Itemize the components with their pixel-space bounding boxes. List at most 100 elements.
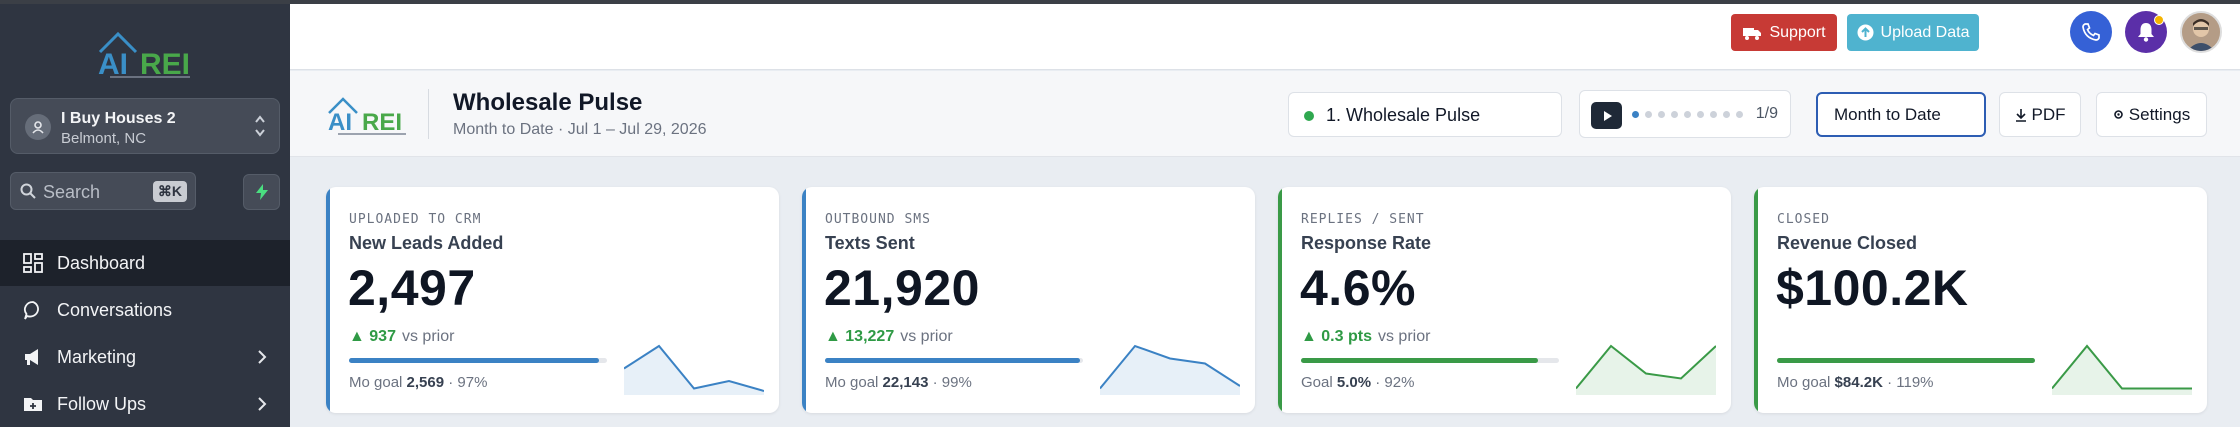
search-shortcut-badge: ⌘K (152, 181, 187, 202)
slideshow-player: 1/9 (1579, 90, 1791, 138)
upload-label: Upload Data (1880, 23, 1970, 41)
kpi-card[interactable]: OUTBOUND SMS Texts Sent 21,920 ▲ 13,227 vs p… (802, 187, 1255, 413)
page-dot[interactable] (1671, 111, 1678, 118)
date-range-select[interactable]: Month to Date (1816, 92, 1986, 137)
location-pin-icon (25, 114, 51, 140)
sidebar-item-label: Follow Ups (57, 393, 147, 414)
account-location: Belmont, NC (61, 130, 147, 147)
app-logo[interactable]: AI REI (96, 26, 196, 82)
page-dot[interactable] (1697, 111, 1704, 118)
goal-prefix: Mo goal (1777, 374, 1831, 391)
user-avatar[interactable] (2180, 11, 2222, 53)
chevron-right-icon (256, 348, 268, 366)
header-divider (428, 89, 429, 139)
delta-value: ▲ 0.3 pts (1301, 328, 1372, 345)
goal-progress-fill (825, 358, 1081, 363)
card-eyebrow: UPLOADED TO CRM (349, 212, 482, 227)
support-label: Support (1769, 23, 1826, 41)
goal-value: $84.2K (1834, 374, 1883, 391)
page-dot[interactable] (1736, 111, 1743, 118)
card-goal: Mo goal 2,569 · 97% (349, 374, 487, 391)
bell-icon (2138, 23, 2154, 42)
account-switcher[interactable]: I Buy Houses 2 Belmont, NC (10, 98, 280, 154)
card-value: $100.2K (1776, 260, 1969, 316)
dashboard-select[interactable]: 1. Wholesale Pulse (1288, 92, 1562, 137)
pdf-button[interactable]: PDF (1999, 92, 2081, 137)
card-eyebrow: REPLIES / SENT (1301, 212, 1425, 227)
notification-dot (2154, 15, 2164, 25)
notifications-button[interactable] (2125, 11, 2167, 53)
header-logo: AI REI (326, 92, 410, 138)
goal-percent: · 119% (1887, 374, 1934, 391)
page-dot[interactable] (1632, 111, 1639, 118)
page-dot[interactable] (1645, 111, 1652, 118)
gear-icon (2113, 110, 2123, 119)
truck-icon (1743, 27, 1762, 40)
card-title: Revenue Closed (1777, 233, 1918, 253)
card-goal: Mo goal 22,143 · 99% (825, 374, 972, 391)
goal-progress-bar (825, 358, 1083, 363)
sparkline-chart (1576, 344, 1716, 395)
page-dot[interactable] (1723, 111, 1730, 118)
chat-bubble-icon (22, 299, 44, 321)
upload-data-button[interactable]: Upload Data (1847, 14, 1979, 51)
kpi-card[interactable]: CLOSED Revenue Closed $100.2K Mo goal $84.2… (1754, 187, 2207, 413)
page-counter: 1/9 (1755, 105, 1778, 122)
card-accent-bar (1754, 187, 1758, 413)
card-accent-bar (1278, 187, 1282, 413)
page-dot[interactable] (1658, 111, 1665, 118)
sidebar-item-marketing[interactable]: Marketing (0, 334, 290, 380)
svg-text:AI: AI (328, 109, 352, 136)
settings-button[interactable]: Settings (2096, 92, 2207, 137)
card-delta: ▲ 0.3 pts vs prior (1301, 328, 1430, 346)
sidebar-item-label: Dashboard (57, 252, 146, 273)
status-dot (1304, 111, 1314, 121)
card-title: Response Rate (1301, 233, 1432, 253)
card-delta: ▲ 937 vs prior (349, 328, 454, 346)
card-goal: Mo goal $84.2K · 119% (1777, 374, 1934, 391)
goal-value: 2,569 (406, 374, 445, 391)
sparkline-chart (2052, 344, 2192, 395)
sparkline-chart (1100, 344, 1240, 395)
card-delta: ▲ 13,227 vs prior (825, 328, 953, 346)
play-icon (1603, 110, 1612, 121)
card-title: New Leads Added (349, 233, 504, 253)
goal-progress-fill (349, 358, 600, 363)
dashboard-select-value: 1. Wholesale Pulse (1326, 105, 1481, 125)
megaphone-icon (22, 346, 44, 368)
dashboard-header: AI REI Wholesale Pulse Month to Date · J… (290, 71, 2240, 157)
sidebar-search[interactable]: Search ⌘K (10, 172, 196, 210)
sidebar-item-dashboard[interactable]: Dashboard (0, 240, 290, 286)
sidebar-item-label: Conversations (57, 299, 173, 320)
grid-icon (22, 252, 44, 274)
phone-button[interactable] (2070, 11, 2112, 53)
card-eyebrow: OUTBOUND SMS (825, 212, 931, 227)
sidebar-item-conversations[interactable]: Conversations (0, 287, 290, 333)
pdf-label: PDF (2031, 104, 2066, 124)
sidebar: AI REI I Buy Houses 2 Belmont, NC Search… (0, 4, 290, 427)
goal-progress-bar (1301, 358, 1559, 363)
page-dot[interactable] (1710, 111, 1717, 118)
delta-note: vs prior (401, 328, 455, 345)
sparkline-area (1100, 346, 1240, 395)
play-button[interactable] (1591, 102, 1622, 129)
delta-note: vs prior (1377, 328, 1431, 345)
delta-value: ▲ 937 (349, 328, 396, 345)
support-button[interactable]: Support (1731, 14, 1837, 51)
chevron-updown-icon (253, 111, 267, 141)
card-value: 2,497 (348, 260, 476, 316)
sparkline-area (1576, 346, 1716, 395)
kpi-card[interactable]: UPLOADED TO CRM New Leads Added 2,497 ▲ 937… (326, 187, 779, 413)
card-accent-bar (802, 187, 806, 413)
quick-action-button[interactable] (243, 174, 280, 210)
account-name: I Buy Houses 2 (61, 110, 176, 127)
sidebar-item-follow-ups[interactable]: Follow Ups (0, 381, 290, 427)
goal-prefix: Goal (1301, 374, 1333, 391)
goal-progress-bar (349, 358, 607, 363)
page-dot[interactable] (1684, 111, 1691, 118)
phone-icon (2082, 23, 2100, 41)
chevron-right-icon (256, 395, 268, 413)
kpi-card[interactable]: REPLIES / SENT Response Rate 4.6% ▲ 0.3 pts… (1278, 187, 1731, 413)
search-placeholder: Search (43, 182, 101, 202)
card-value: 21,920 (824, 260, 980, 316)
